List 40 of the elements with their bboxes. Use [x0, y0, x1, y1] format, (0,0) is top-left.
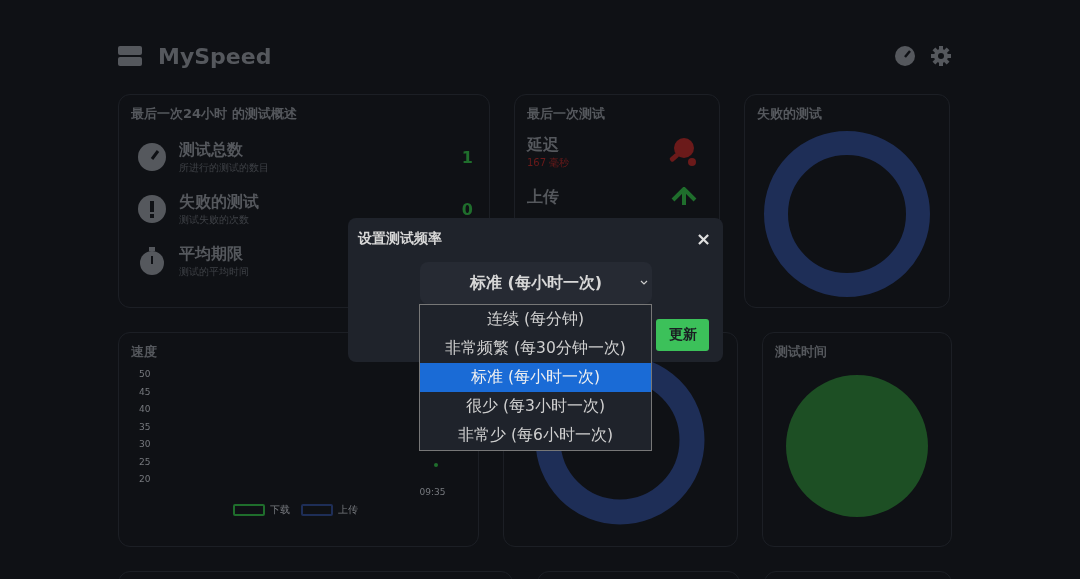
exclamation-icon — [137, 194, 167, 224]
metric-label: 上传 — [527, 187, 560, 208]
axis-tick: 30 — [139, 439, 152, 449]
close-button[interactable]: × — [691, 230, 715, 248]
card-title: 速度 — [131, 343, 157, 361]
metric-reading: 167 毫秒 — [527, 155, 571, 170]
stat-label: 失败的测试 — [179, 191, 260, 213]
server-icon — [118, 46, 142, 66]
axis-tick: 35 — [139, 421, 152, 432]
card-title: 失败的测试 — [757, 105, 822, 123]
dropdown-option[interactable]: 很少 (每3小时一次) — [420, 392, 651, 421]
axis-tick: 40 — [139, 404, 152, 414]
card-title: 测试时间 — [775, 343, 828, 361]
stat-label: 测试总数 — [179, 139, 244, 161]
speedometer-icon[interactable] — [894, 45, 916, 67]
dropdown-option[interactable]: 连续 (每分钟) — [420, 305, 651, 334]
arrow-up-icon — [671, 187, 697, 205]
axis-tick: 25 — [139, 456, 152, 467]
dialog-title: 设置测试频率 — [358, 230, 442, 248]
dropdown-option[interactable]: 标准 (每小时一次) — [420, 363, 651, 392]
axis-tick: 45 — [139, 386, 152, 397]
legend-label: 上传 — [337, 503, 358, 517]
axis-tick: 20 — [139, 474, 152, 484]
stat-value: 1 — [461, 147, 474, 167]
data-point — [433, 463, 438, 467]
update-button[interactable]: 更新 — [656, 319, 709, 351]
legend-label: 下载 — [269, 503, 290, 517]
stat-value: 0 — [461, 199, 474, 219]
stat-label: 平均期限 — [179, 243, 244, 265]
gauge-icon — [137, 142, 167, 172]
stopwatch-icon — [137, 246, 167, 276]
metric-label: 延迟 — [527, 134, 560, 156]
dropdown-option[interactable]: 非常少 (每6小时一次) — [420, 421, 651, 450]
ping-pong-icon — [667, 137, 697, 167]
dropdown-option[interactable]: 非常频繁 (每30分钟一次) — [420, 334, 651, 363]
axis-tick: 09:35 — [419, 487, 446, 497]
chevron-down-icon — [640, 280, 648, 285]
axis-tick: 50 — [139, 369, 152, 379]
app-title: MySpeed — [158, 43, 272, 69]
frequency-select[interactable]: 标准 (每小时一次) — [420, 262, 652, 304]
